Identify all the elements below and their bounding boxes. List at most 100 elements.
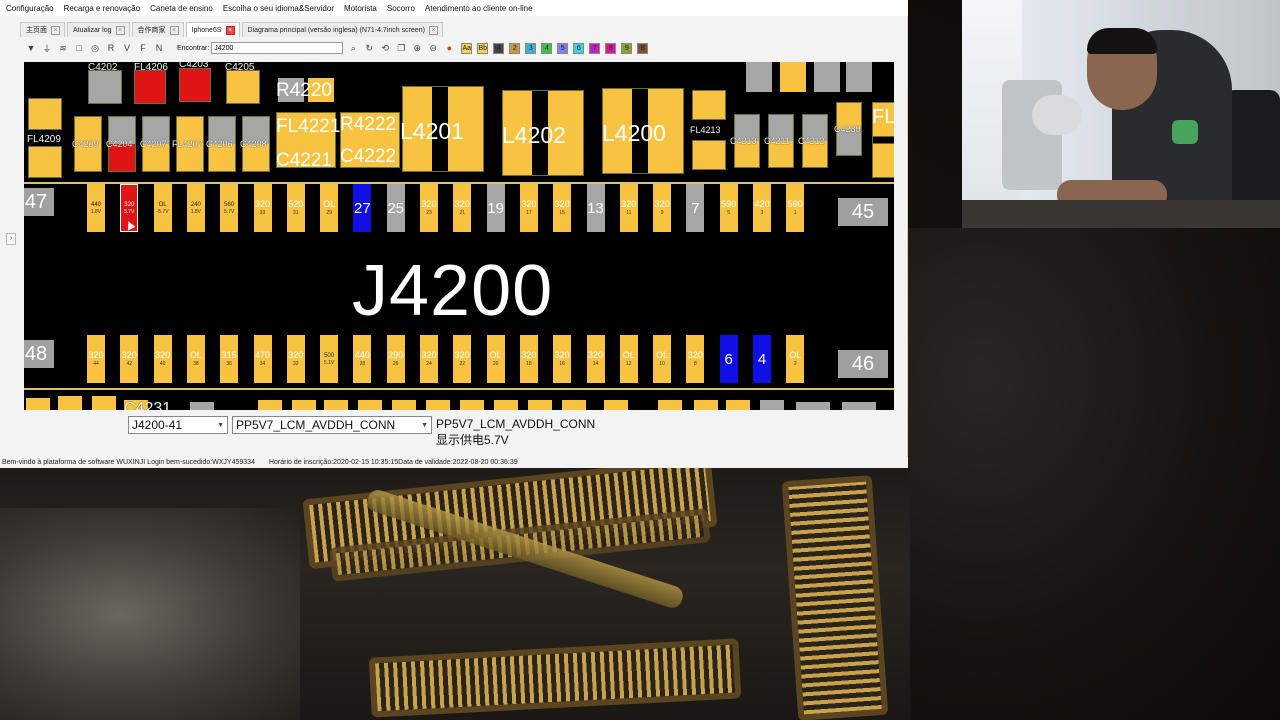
pin-select[interactable]: J4200-41 ▼ <box>128 416 228 434</box>
component-bottom[interactable] <box>58 396 82 410</box>
color-swatch[interactable]: B <box>637 42 649 54</box>
connector-pin[interactable]: 590 1 <box>786 184 805 232</box>
component-bottom[interactable] <box>26 398 50 410</box>
connector-pin[interactable]: OL 10 <box>653 335 672 383</box>
connector-pin[interactable]: 25 <box>386 184 405 232</box>
component-fl4213-b[interactable] <box>692 140 726 170</box>
component-top-right-4[interactable] <box>846 62 872 92</box>
menu-item[interactable]: Configuração <box>6 4 54 13</box>
component-bottom[interactable] <box>426 400 450 410</box>
connector-pin[interactable]: 7 <box>686 184 705 232</box>
connector-pin[interactable]: OL 2 <box>786 335 805 383</box>
rotate-icon[interactable]: ⟲ <box>379 42 391 54</box>
component-bottom[interactable] <box>528 400 552 410</box>
connector-pin[interactable]: 320 18 <box>519 335 538 383</box>
connector-pin[interactable]: 320 23 <box>420 184 438 232</box>
arrow-down-icon[interactable]: ▼ <box>25 42 37 54</box>
connector-pin[interactable]: 320 40 <box>153 335 172 383</box>
component-fl4209-b[interactable] <box>28 146 62 178</box>
component-bottom[interactable] <box>726 400 750 410</box>
pin-46[interactable]: 46 <box>838 350 888 378</box>
resistor-icon[interactable]: R <box>105 42 117 54</box>
board-view-canvas[interactable]: C4202 FL4206 C4203 C4205 R4220 FL4209 C4… <box>24 62 894 410</box>
menu-item[interactable]: Recarga e renovação <box>64 4 141 13</box>
color-swatch[interactable]: 4 <box>541 42 553 54</box>
color-swatch[interactable]: 5 <box>557 42 569 54</box>
component-fl4206[interactable] <box>134 70 166 104</box>
color-swatch[interactable]: 2 <box>509 42 521 54</box>
menu-item[interactable]: Atendimento ao cliente on-line <box>425 4 533 13</box>
component-bottom[interactable] <box>92 396 116 410</box>
connector-pin[interactable]: 19 <box>486 184 505 232</box>
tab[interactable]: 合作商家 × <box>131 22 184 37</box>
component-bottom[interactable] <box>392 400 416 410</box>
component-bottom[interactable] <box>494 400 518 410</box>
connector-pin[interactable]: 590 5 <box>719 184 738 232</box>
connector-pin[interactable]: 320 32 <box>286 335 305 383</box>
close-icon[interactable]: × <box>225 25 235 35</box>
voltage-icon[interactable]: V <box>121 42 133 54</box>
connector-pin[interactable]: 320 22 <box>453 335 472 383</box>
color-swatch[interactable]: 7 <box>589 42 601 54</box>
connector-pin[interactable]: OL 29 <box>320 184 339 232</box>
component-bottom[interactable] <box>842 402 876 410</box>
connector-pin[interactable]: 320 14 <box>586 335 605 383</box>
connector-pin[interactable]: 440 1.8V <box>87 184 105 232</box>
connector-pin[interactable]: 290 26 <box>386 335 405 383</box>
component-top-right-1[interactable] <box>746 62 772 92</box>
color-wheel-icon[interactable]: ● <box>443 42 455 54</box>
component-top-right-3[interactable] <box>814 62 840 92</box>
zoom-out-icon[interactable]: ⊖ <box>427 42 439 54</box>
find-input[interactable] <box>211 42 344 54</box>
connector-pin[interactable]: 240 1.8V <box>186 184 205 232</box>
ground-icon[interactable]: ⏚ <box>41 42 53 54</box>
color-swatch[interactable]: 8 <box>605 42 617 54</box>
pin-47[interactable]: 47 <box>24 188 54 216</box>
connector-pin[interactable]: 320 21 <box>453 184 472 232</box>
color-swatch[interactable]: 3 <box>525 42 537 54</box>
zoom-in-icon[interactable]: ⊕ <box>411 42 423 54</box>
connector-pin[interactable]: 440 28 <box>353 335 372 383</box>
expand-panel-button[interactable]: › <box>6 233 16 245</box>
component-bottom[interactable] <box>358 400 382 410</box>
circle-icon[interactable]: ◎ <box>89 42 101 54</box>
close-icon[interactable]: × <box>428 25 438 35</box>
connector-pin[interactable]: 520 31 <box>286 184 305 232</box>
wave-icon[interactable]: ≋ <box>57 42 69 54</box>
color-swatch[interactable]: Aa <box>461 42 473 54</box>
tab[interactable]: Diagrama principal (versão inglesa) (N71… <box>241 22 443 37</box>
component-fl4209-a[interactable] <box>28 98 62 130</box>
color-swatch[interactable]: 6 <box>573 42 585 54</box>
component-c4202[interactable] <box>88 70 122 104</box>
component-bottom[interactable] <box>460 400 484 410</box>
connector-pin[interactable]: 320 16 <box>553 335 572 383</box>
tab[interactable]: Atualizar log × <box>67 22 130 37</box>
component-bottom[interactable] <box>190 402 214 410</box>
close-icon[interactable]: × <box>51 25 60 35</box>
connector-pin[interactable]: OL -5.7V <box>153 184 172 232</box>
close-icon[interactable]: × <box>169 25 179 35</box>
menu-item[interactable]: Caneta de ensino <box>150 4 213 13</box>
connector-pin[interactable]: 470 34 <box>253 335 272 383</box>
component-bottom[interactable] <box>604 400 628 410</box>
connector-pin[interactable]: 320 44 <box>87 335 105 383</box>
color-swatch[interactable]: Bb <box>477 42 489 54</box>
component-c4203[interactable] <box>179 68 211 102</box>
refresh-icon[interactable]: ↻ <box>363 42 375 54</box>
pin-45[interactable]: 45 <box>838 198 888 226</box>
component-bottom[interactable] <box>292 400 316 410</box>
connector-pin[interactable]: 320 33 <box>253 184 272 232</box>
net-icon[interactable]: N <box>153 42 165 54</box>
net-select[interactable]: PP5V7_LCM_AVDDH_CONN ▼ <box>232 416 432 434</box>
menu-item[interactable]: Socorro <box>387 4 415 13</box>
connector-pin[interactable]: 560 5.7V <box>220 184 239 232</box>
color-swatch[interactable]: 9 <box>621 42 633 54</box>
component-bottom[interactable] <box>760 400 784 410</box>
connector-pin[interactable]: OL 20 <box>486 335 505 383</box>
component-bottom[interactable] <box>324 400 348 410</box>
menu-item[interactable]: Motorista <box>344 4 377 13</box>
connector-pin[interactable]: 320 17 <box>519 184 538 232</box>
connector-pin[interactable]: 315 36 <box>220 335 239 383</box>
menu-item[interactable]: Escolha o seu idioma&Servidor <box>223 4 334 13</box>
pin-48[interactable]: 48 <box>24 340 54 368</box>
